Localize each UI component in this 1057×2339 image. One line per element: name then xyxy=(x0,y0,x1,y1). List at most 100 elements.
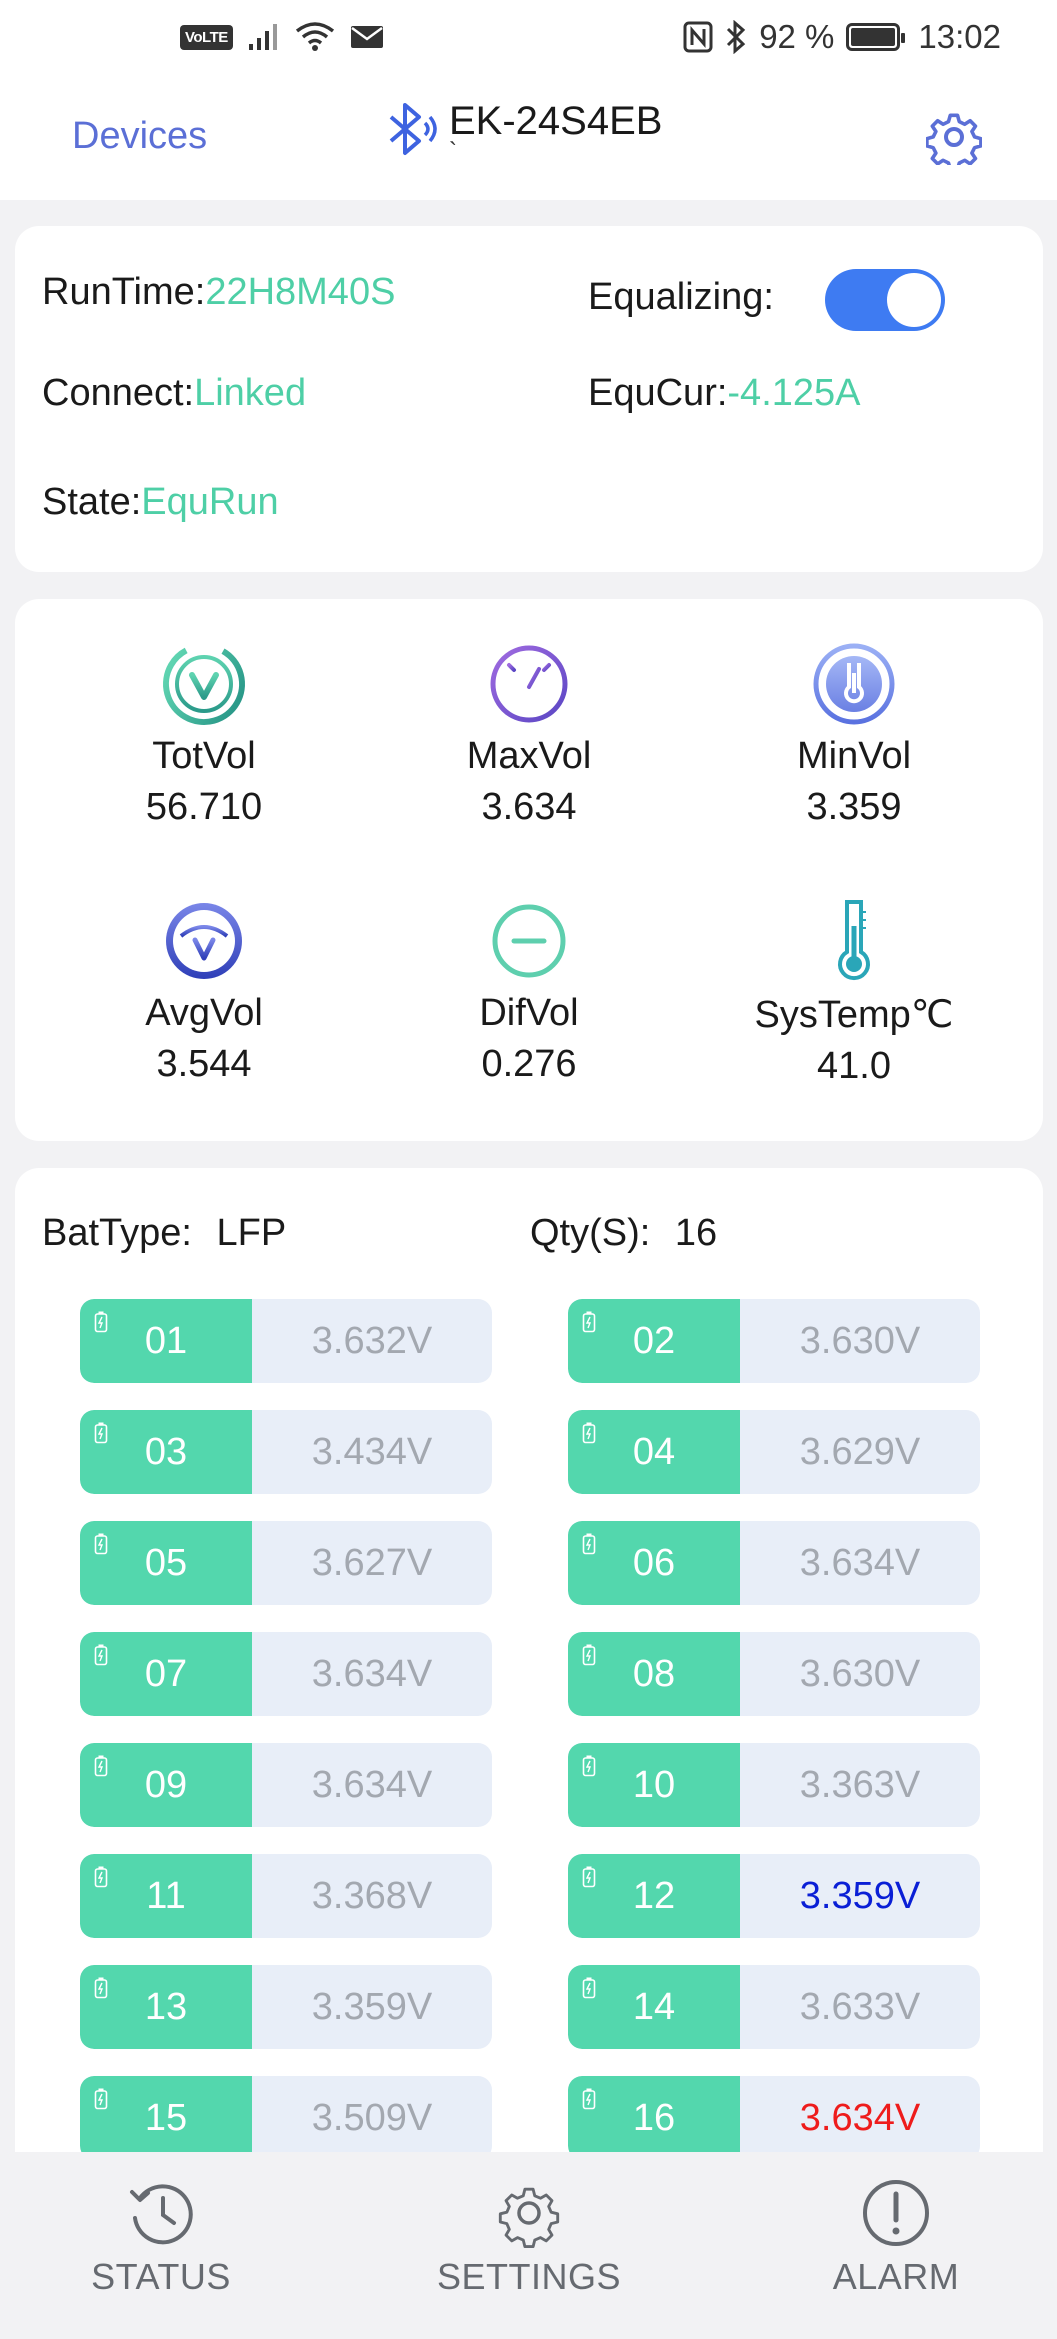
cell-item: 07 3.634V xyxy=(80,1632,492,1716)
cell-item: 06 3.634V xyxy=(568,1521,980,1605)
battery-charge-icon xyxy=(582,1866,596,1888)
cell-voltage: 3.627V xyxy=(311,1541,433,1584)
nav-label: SETTINGS xyxy=(436,2256,622,2297)
cell-item: 04 3.629V xyxy=(568,1410,980,1494)
battery-charge-icon xyxy=(582,1311,596,1333)
app-header: Devices EK-24S4EB ` xyxy=(0,75,1057,200)
equalizing-label: Equalizing: xyxy=(588,276,774,318)
settings-gear-button[interactable] xyxy=(926,109,982,165)
avg-circle-icon xyxy=(166,903,242,979)
battery-charge-icon xyxy=(94,1977,108,1999)
qty-row: Qty(S): 16 xyxy=(530,1212,717,1255)
metric-label: SysTemp℃ xyxy=(754,994,954,1036)
battype-row: BatType: LFP xyxy=(42,1212,286,1255)
signal-icon xyxy=(248,24,277,50)
cell-item: 11 3.368V xyxy=(80,1854,492,1938)
metric-difvol: DifVol 0.276 xyxy=(369,896,689,1086)
cell-voltage: 3.632V xyxy=(311,1319,433,1362)
battery-charge-icon xyxy=(94,1422,108,1444)
cell-item: 12 3.359V xyxy=(568,1854,980,1938)
status-bar: VoLTE 92 % 13:02 xyxy=(0,0,1057,75)
cell-item: 03 3.434V xyxy=(80,1410,492,1494)
metric-value: 56.710 xyxy=(145,786,263,828)
cell-voltage: 3.359V xyxy=(799,1874,921,1917)
mail-icon xyxy=(350,26,383,48)
runtime-card: RunTime:22H8M40S Equalizing: Connect:Lin… xyxy=(15,226,1043,572)
battery-charge-icon xyxy=(582,1644,596,1666)
cell-voltage: 3.509V xyxy=(311,2096,433,2139)
cell-voltage: 3.630V xyxy=(799,1319,921,1362)
battery-charge-icon xyxy=(582,1977,596,1999)
devices-back-button[interactable]: Devices xyxy=(72,115,207,158)
cell-item: 14 3.633V xyxy=(568,1965,980,2049)
runtime-row: RunTime:22H8M40S xyxy=(42,271,395,314)
cell-item: 08 3.630V xyxy=(568,1632,980,1716)
metric-minvol: MinVol 3.359 xyxy=(694,639,1014,829)
metric-value: 3.544 xyxy=(156,1043,252,1085)
cell-voltage: 3.434V xyxy=(311,1430,433,1473)
cell-item: 10 3.363V xyxy=(568,1743,980,1827)
equcur-label: EquCur: xyxy=(588,372,728,414)
metric-label: MaxVol xyxy=(466,735,592,777)
bluetooth-status-icon xyxy=(727,20,746,54)
cell-item: 13 3.359V xyxy=(80,1965,492,2049)
battype-value: LFP xyxy=(216,1212,287,1254)
wifi-icon xyxy=(295,22,334,51)
state-label: State: xyxy=(42,481,142,523)
minus-circle-icon xyxy=(492,904,566,978)
cell-item: 16 3.634V xyxy=(568,2076,980,2160)
gauge-icon xyxy=(490,645,568,723)
connect-row: Connect:Linked xyxy=(42,372,306,415)
runtime-value: 22H8M40S xyxy=(205,271,396,313)
battery-charge-icon xyxy=(94,1533,108,1555)
device-subtitle: ` xyxy=(449,138,457,165)
state-row: State:EquRun xyxy=(42,481,279,524)
status-left: VoLTE xyxy=(180,18,385,56)
metric-value: 3.634 xyxy=(481,786,577,828)
volte-badge: VoLTE xyxy=(180,24,233,50)
battery-charge-icon xyxy=(94,1755,108,1777)
battery-charge-icon xyxy=(94,1644,108,1666)
battery-icon xyxy=(846,23,906,51)
nav-label: STATUS xyxy=(91,2256,231,2297)
battery-charge-icon xyxy=(94,1866,108,1888)
metric-label: TotVol xyxy=(152,735,256,777)
cell-item: 01 3.632V xyxy=(80,1299,492,1383)
metric-totvol: TotVol 56.710 xyxy=(44,639,364,829)
toggle-knob xyxy=(887,273,941,327)
metrics-card: TotVol 56.710 MaxVol 3.634 MinVol 3.359 … xyxy=(15,599,1043,1141)
battery-percent: 92 % xyxy=(759,18,835,55)
metric-value: 41.0 xyxy=(817,1045,891,1087)
status-right: 92 % 13:02 xyxy=(683,14,1001,60)
battery-charge-icon xyxy=(582,1533,596,1555)
cell-item: 15 3.509V xyxy=(80,2076,492,2160)
cell-voltage: 3.634V xyxy=(311,1763,433,1806)
bottom-nav: STATUS SETTINGS ALARM xyxy=(0,2152,1057,2339)
min-thermo-icon xyxy=(813,643,895,725)
cell-voltage: 3.634V xyxy=(799,2096,921,2139)
cell-voltage: 3.363V xyxy=(799,1763,921,1806)
metric-avgvol: AvgVol 3.544 xyxy=(44,896,364,1086)
nav-settings[interactable]: SETTINGS xyxy=(399,2178,659,2298)
device-name: EK-24S4EB xyxy=(449,99,663,143)
nav-status[interactable]: STATUS xyxy=(31,2178,291,2298)
cell-item: 02 3.630V xyxy=(568,1299,980,1383)
state-value: EquRun xyxy=(141,481,279,523)
battery-charge-icon xyxy=(94,2088,108,2110)
cell-item: 09 3.634V xyxy=(80,1743,492,1827)
battery-charge-icon xyxy=(582,1422,596,1444)
battery-charge-icon xyxy=(582,1755,596,1777)
nav-label: ALARM xyxy=(832,2256,960,2297)
connect-label: Connect: xyxy=(42,372,195,414)
metric-systemp: SysTemp℃ 41.0 xyxy=(694,896,1014,1088)
device-title: EK-24S4EB ` xyxy=(385,99,663,165)
history-icon xyxy=(130,2184,193,2245)
metric-label: DifVol xyxy=(479,992,579,1034)
metric-label: AvgVol xyxy=(145,992,263,1034)
gear-icon xyxy=(498,2187,560,2248)
metric-maxvol: MaxVol 3.634 xyxy=(369,639,689,829)
nav-alarm[interactable]: ALARM xyxy=(766,2178,1026,2298)
metric-value: 3.359 xyxy=(806,786,902,828)
equalizing-toggle[interactable] xyxy=(825,269,945,331)
check-circle-icon xyxy=(163,642,245,725)
